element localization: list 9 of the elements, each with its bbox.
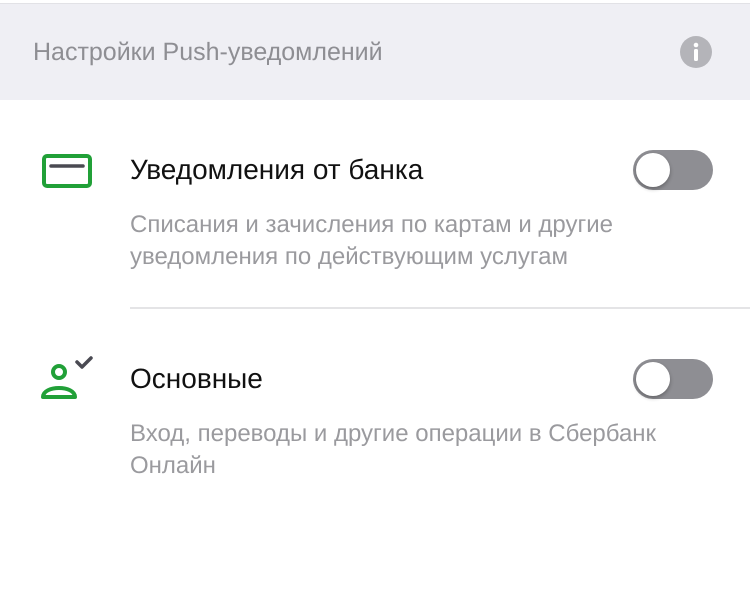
setting-title: Уведомления от банка [130, 154, 424, 186]
setting-title: Основные [130, 363, 263, 395]
setting-description: Вход, переводы и другие операции в Сбербанк Онлайн [130, 419, 658, 481]
toggle-switch[interactable] [633, 150, 713, 190]
toggle-switch[interactable] [633, 359, 713, 399]
user-check-icon [40, 355, 94, 401]
card-icon [42, 154, 92, 188]
section-title: Настройки Push-уведомлений [33, 38, 383, 66]
setting-description: Списания и зачисления по картам и другие уведомления по действующим услугам [130, 210, 614, 272]
